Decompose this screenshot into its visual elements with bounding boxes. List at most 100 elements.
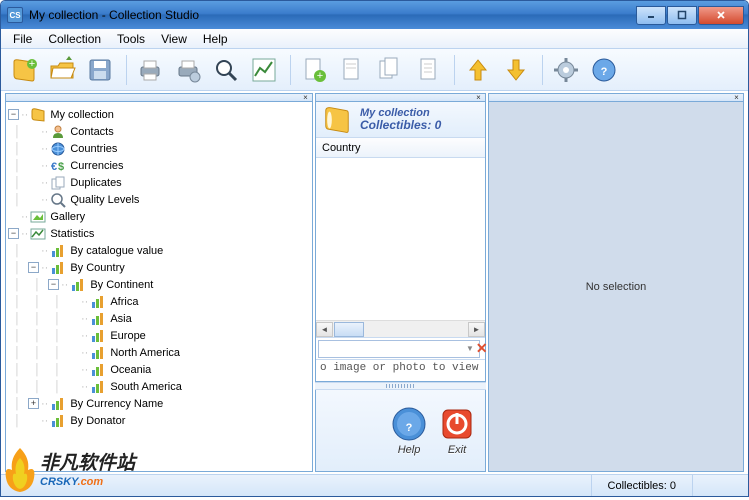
tree-expander[interactable]: − (28, 262, 39, 273)
menu-collection[interactable]: Collection (40, 30, 109, 48)
tree-item-contacts[interactable]: │··Contacts (8, 123, 310, 140)
close-button[interactable] (698, 6, 744, 25)
tree-expander[interactable]: + (28, 398, 39, 409)
toolbar-search-button[interactable] (209, 53, 243, 87)
tree-item-my-collection[interactable]: −··My collection (8, 106, 310, 123)
toolbar-page-remove-button[interactable] (335, 53, 369, 87)
exit-button[interactable]: Exit (439, 406, 475, 456)
middle-bottom: ? Help Exit (315, 390, 486, 472)
toolbar-chart-button[interactable] (247, 53, 281, 87)
help-icon: ? (391, 406, 427, 442)
bars-icon (50, 413, 66, 429)
horizontal-splitter[interactable] (315, 382, 486, 390)
tree-item-gallery[interactable]: ··Gallery (8, 208, 310, 225)
grid-header[interactable]: Country (316, 138, 485, 158)
tree-label: North America (110, 347, 180, 359)
tree-label: Currencies (70, 160, 123, 172)
toolbar-book-new-button[interactable]: + (7, 53, 41, 87)
tree-item-statistics[interactable]: −··Statistics (8, 225, 310, 242)
tree-label: By Donator (70, 415, 125, 427)
tree-item-currencies[interactable]: │··€$Currencies (8, 157, 310, 174)
tree-expander[interactable]: − (8, 228, 19, 239)
grid-body[interactable] (316, 158, 485, 320)
help-label: Help (398, 444, 421, 456)
bars-icon (70, 277, 86, 293)
book-icon (30, 107, 46, 123)
tree-item-oceania[interactable]: │││··Oceania (8, 361, 310, 378)
svg-text:+: + (29, 58, 35, 70)
bars-icon (90, 294, 106, 310)
toolbar-page-button[interactable] (411, 53, 445, 87)
toolbar-save-button[interactable] (83, 53, 117, 87)
tree-item-europe[interactable]: │││··Europe (8, 327, 310, 344)
toolbar-separator (123, 55, 127, 85)
tree-item-quality-levels[interactable]: │··Quality Levels (8, 191, 310, 208)
tree-item-by-donator[interactable]: │··By Donator (8, 412, 310, 429)
tree-expander[interactable]: − (8, 109, 19, 120)
titlebar: CS My collection - Collection Studio (1, 1, 748, 29)
middle-panel: × My collection Collectibles: 0 Country (313, 91, 486, 474)
dup-icon (50, 175, 66, 191)
tree-item-by-currency-name[interactable]: │+··By Currency Name (8, 395, 310, 412)
toolbar-gear-button[interactable] (549, 53, 583, 87)
tree-item-countries[interactable]: │··Countries (8, 140, 310, 157)
toolbar-print-setup-button[interactable] (171, 53, 205, 87)
tree-item-duplicates[interactable]: │··Duplicates (8, 174, 310, 191)
scroll-thumb[interactable] (334, 322, 364, 337)
menu-view[interactable]: View (153, 30, 195, 48)
tree-item-asia[interactable]: │││··Asia (8, 310, 310, 327)
toolbar-help-button[interactable]: ? (587, 53, 621, 87)
scroll-left-button[interactable]: ◄ (316, 322, 333, 337)
middle-panel-header: × (315, 93, 486, 101)
search-input[interactable] (318, 340, 480, 358)
book-icon (322, 105, 352, 135)
exit-icon (439, 406, 475, 442)
right-panel: × No selection (486, 91, 748, 474)
menu-tools[interactable]: Tools (109, 30, 153, 48)
globe-icon (50, 141, 66, 157)
tree-item-by-country[interactable]: │−··By Country (8, 259, 310, 276)
toolbar-print-button[interactable] (133, 53, 167, 87)
tree-label: By catalogue value (70, 245, 163, 257)
tree-label: Gallery (50, 211, 85, 223)
tree-label: Europe (110, 330, 145, 342)
right-panel-close-icon[interactable]: × (732, 94, 741, 101)
toolbar-page-copy-button[interactable] (373, 53, 407, 87)
grid-col-country[interactable]: Country (322, 142, 361, 154)
no-selection-label: No selection (586, 281, 647, 293)
dropdown-chevron-icon[interactable]: ▼ (466, 344, 474, 353)
left-panel: × −··My collection│··Contacts│··Countrie… (1, 91, 313, 474)
toolbar-page-add-button[interactable]: + (297, 53, 331, 87)
tree-label: By Currency Name (70, 398, 163, 410)
maximize-button[interactable] (667, 6, 697, 25)
statusbar: Collectibles: 0 (1, 474, 748, 496)
svg-text:?: ? (406, 422, 413, 434)
left-panel-close-icon[interactable]: × (301, 94, 310, 101)
preview-area: No selection (488, 101, 744, 472)
tree-expander[interactable]: − (48, 279, 59, 290)
help-button[interactable]: ? Help (391, 406, 427, 456)
tree-item-africa[interactable]: │││··Africa (8, 293, 310, 310)
middle-panel-close-icon[interactable]: × (474, 94, 483, 101)
tree-label: Contacts (70, 126, 113, 138)
toolbar-folder-open-button[interactable] (45, 53, 79, 87)
svg-text:?: ? (601, 66, 608, 78)
tree-label: My collection (50, 109, 114, 121)
menu-help[interactable]: Help (195, 30, 236, 48)
menu-file[interactable]: File (5, 30, 40, 48)
tree-label: Duplicates (70, 177, 121, 189)
toolbar-up-button[interactable] (461, 53, 495, 87)
tree-item-by-continent[interactable]: ││−··By Continent (8, 276, 310, 293)
toolbar-down-button[interactable] (499, 53, 533, 87)
tree-item-north-america[interactable]: │││··North America (8, 344, 310, 361)
tree-item-by-catalogue-value[interactable]: │··By catalogue value (8, 242, 310, 259)
tree-view[interactable]: −··My collection│··Contacts│··Countries│… (5, 101, 313, 472)
minimize-button[interactable] (636, 6, 666, 25)
content-area: × −··My collection│··Contacts│··Countrie… (1, 91, 748, 474)
bars-icon (90, 311, 106, 327)
contacts-icon (50, 124, 66, 140)
grid-scrollbar[interactable]: ◄ ► (316, 320, 485, 337)
scroll-right-button[interactable]: ► (468, 322, 485, 337)
tree-item-south-america[interactable]: │││··South America (8, 378, 310, 395)
bars-icon (90, 379, 106, 395)
